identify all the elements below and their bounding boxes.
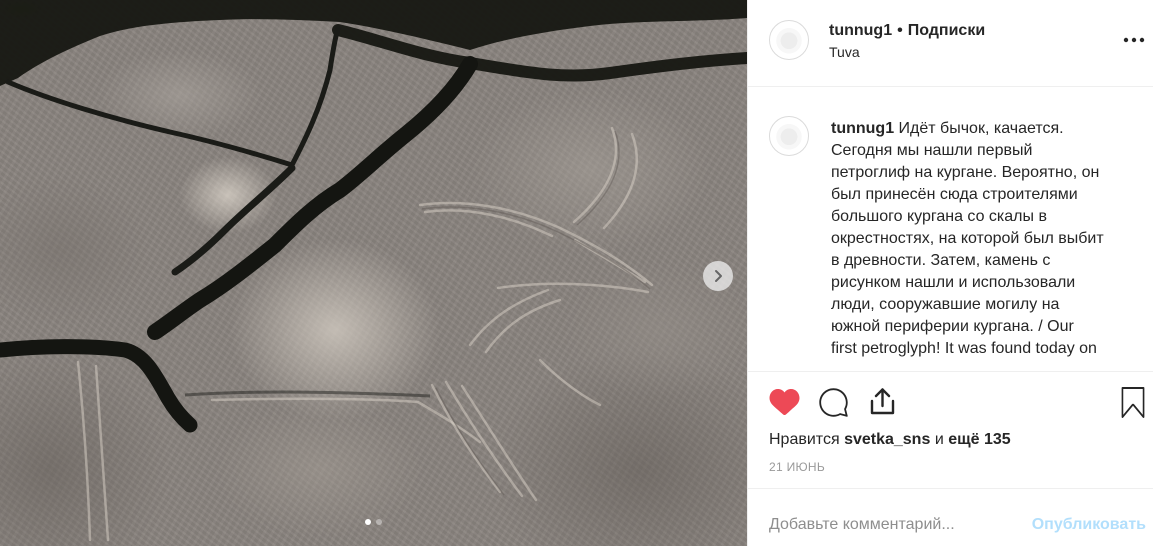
- caption-line: люди, сооружавшие могилу на: [831, 296, 1060, 313]
- chevron-right-icon: [715, 270, 722, 282]
- carousel-dot: [365, 519, 371, 525]
- caption-line: петроглиф на кургане. Вероятно, он: [831, 164, 1100, 181]
- caption-line: first petroglyph! It was found today on: [831, 340, 1097, 357]
- petroglyph-groove: [435, 387, 505, 496]
- caption-text: tunnug1 Идёт бычок, качается. Сегодня мы…: [831, 118, 1104, 360]
- rock-crack: [0, 339, 198, 433]
- more-options-button[interactable]: [1122, 33, 1146, 47]
- more-horizontal-icon: [1123, 37, 1145, 43]
- post-date[interactable]: 21 ИЮНЬ: [769, 460, 825, 474]
- petroglyph-line: [210, 397, 482, 444]
- post-location[interactable]: Tuva: [829, 44, 860, 60]
- post-side-panel: tunnug1 • Подписки Tuva tunnug1 Идёт бычок…: [747, 0, 1153, 546]
- likes-prefix: Нравится: [769, 431, 840, 448]
- petroglyph-groove: [576, 130, 620, 226]
- rock-crack: [147, 56, 478, 340]
- post-button[interactable]: Опубликовать: [1032, 515, 1146, 535]
- save-button[interactable]: [1120, 387, 1146, 418]
- caption-author-avatar[interactable]: [769, 116, 809, 156]
- rock-crack: [184, 390, 431, 398]
- bookmark-icon: [1121, 387, 1145, 418]
- caption-line: был принесён сюда строителями: [831, 186, 1078, 203]
- petroglyph-rock-image: [0, 0, 747, 542]
- likes-user-link[interactable]: svetka_sns: [844, 431, 930, 448]
- caption-line-text: Идёт бычок, качается.: [898, 120, 1064, 137]
- share-icon: [870, 388, 895, 415]
- post-photo[interactable]: [0, 0, 747, 546]
- caption-line: южной периферии кургана. / Our: [831, 318, 1074, 335]
- add-comment-section: Опубликовать: [748, 488, 1153, 546]
- petroglyph-line: [444, 380, 524, 498]
- likes-summary: Нравится svetka_sns и ещё 135: [769, 430, 1011, 450]
- rock-crack: [332, 24, 747, 82]
- petroglyph-line: [94, 364, 110, 542]
- caption-line: Сегодня мы нашли первый: [831, 142, 1033, 159]
- comment-input[interactable]: [769, 514, 1019, 536]
- carousel-dots: [0, 519, 747, 525]
- petroglyph-line: [423, 209, 554, 238]
- caption-line: рисунком нашли и использовали: [831, 274, 1076, 291]
- post-actions-bar: [748, 372, 1153, 430]
- next-photo-button[interactable]: [703, 261, 733, 291]
- caption-line: в древности. Затем, камень с: [831, 252, 1051, 269]
- caption-line: окрестностях, на которой был выбит: [831, 230, 1104, 247]
- engraving-shadows: [421, 130, 651, 496]
- post-header: tunnug1 • Подписки Tuva: [748, 0, 1153, 87]
- caption-line: tunnug1 Идёт бычок, качается.: [831, 118, 1104, 140]
- author-avatar[interactable]: [769, 20, 809, 60]
- petroglyph-line: [538, 358, 602, 407]
- petroglyph-line: [496, 282, 650, 294]
- caption-username[interactable]: tunnug1: [831, 120, 894, 137]
- petroglyph-line: [484, 298, 562, 354]
- petroglyph-line: [76, 360, 92, 542]
- likes-conjunction: и: [934, 431, 944, 448]
- header-username[interactable]: tunnug1: [829, 22, 892, 39]
- header-separator: •: [897, 22, 903, 39]
- like-button[interactable]: [769, 387, 800, 417]
- petroglyph-line: [460, 384, 538, 502]
- rock-crack: [289, 25, 341, 168]
- heart-filled-icon: [769, 388, 800, 415]
- comment-icon: [819, 388, 848, 417]
- share-button[interactable]: [867, 386, 898, 417]
- rock-crack: [171, 164, 296, 276]
- rock-cracks: [0, 0, 747, 433]
- petroglyph-line: [468, 288, 550, 347]
- caption-line: большого кургана со скалы в: [831, 208, 1047, 225]
- rock-crack: [5, 79, 295, 168]
- comment-button[interactable]: [819, 388, 848, 417]
- likes-others-link[interactable]: ещё 135: [948, 431, 1010, 448]
- post-caption: tunnug1 Идёт бычок, качается. Сегодня мы…: [748, 87, 1153, 372]
- header-title-row: tunnug1 • Подписки: [829, 22, 985, 40]
- follow-status-button[interactable]: Подписки: [908, 22, 985, 40]
- carousel-dot: [376, 519, 382, 525]
- petroglyph-line: [418, 201, 654, 287]
